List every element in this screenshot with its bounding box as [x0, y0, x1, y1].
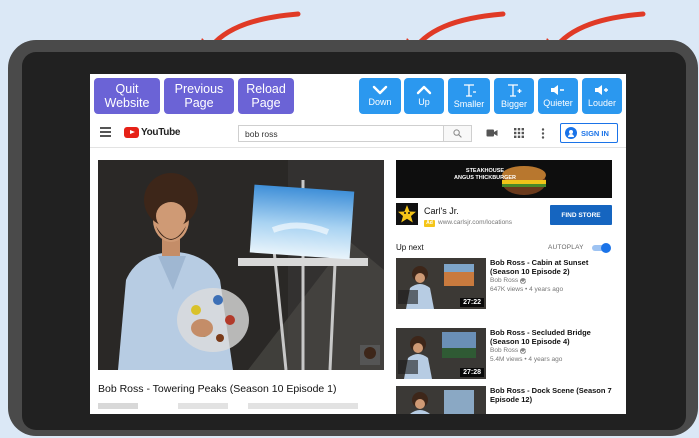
- youtube-wordmark: YouTube: [141, 127, 181, 138]
- carls-jr-star-logo: [396, 203, 418, 225]
- ad-banner-text: STEAKHOUSE ANGUS THICKBURGER: [454, 168, 517, 181]
- sign-in-label: SIGN IN: [581, 128, 609, 138]
- verified-icon: [520, 347, 527, 354]
- video-meta-row: [98, 402, 368, 410]
- text-bigger-button[interactable]: Bigger: [494, 78, 534, 114]
- text-smaller-button[interactable]: Smaller: [448, 78, 490, 114]
- text-smaller-icon: [464, 84, 476, 97]
- volume-louder-button[interactable]: Louder: [582, 78, 622, 114]
- autoplay-toggle[interactable]: [591, 243, 611, 253]
- quit-website-label: Quit Website: [104, 82, 150, 110]
- list-item[interactable]: 27:22 Bob Ross - Cabin at Sunset (Season…: [396, 258, 618, 310]
- browser-screen: Quit Website Previous Page Reload Page D…: [90, 74, 626, 414]
- ad-badge: Ad: [424, 220, 435, 227]
- list-item[interactable]: Bob Ross - Dock Scene (Season 7 Episode …: [396, 386, 618, 414]
- video-card-views: 647K views • 4 years ago: [490, 286, 564, 293]
- sign-in-button[interactable]: SIGN IN: [560, 123, 618, 143]
- list-item[interactable]: 27:28 Bob Ross - Secluded Bridge (Season…: [396, 328, 618, 380]
- previous-page-label: Previous Page: [174, 82, 224, 110]
- account-icon: [565, 127, 577, 139]
- channel-name: Bob Ross: [490, 277, 519, 284]
- video-card-views: 5.4M views • 4 years ago: [490, 356, 563, 363]
- chevron-up-icon: [416, 85, 432, 95]
- video-camera-icon[interactable]: [486, 128, 498, 138]
- volume-quieter-button[interactable]: Quieter: [538, 78, 578, 114]
- video-thumbnail[interactable]: 27:28: [396, 328, 486, 379]
- scroll-down-button[interactable]: Down: [359, 78, 401, 114]
- video-title: Bob Ross - Towering Peaks (Season 10 Epi…: [98, 383, 337, 395]
- tablet-bezel: Quit Website Previous Page Reload Page D…: [22, 52, 686, 430]
- volume-down-icon: [551, 85, 564, 95]
- video-frame-image: [98, 160, 384, 370]
- video-duration: 27:28: [460, 368, 484, 377]
- volume-louder-label: Louder: [587, 98, 617, 108]
- more-vertical-icon[interactable]: [541, 128, 545, 139]
- video-thumbnail[interactable]: [396, 386, 486, 414]
- youtube-play-icon: [124, 127, 139, 138]
- scroll-down-label: Down: [368, 97, 392, 107]
- youtube-logo[interactable]: YouTube: [124, 127, 181, 138]
- advertiser-url[interactable]: www.carlsjr.com/locations: [438, 219, 512, 226]
- video-card-channel: Bob Ross: [490, 277, 527, 284]
- volume-quieter-label: Quieter: [543, 98, 573, 108]
- scroll-up-button[interactable]: Up: [404, 78, 444, 114]
- chevron-down-icon: [372, 85, 388, 95]
- quit-website-button[interactable]: Quit Website: [94, 78, 160, 114]
- channel-name: Bob Ross: [490, 347, 519, 354]
- reload-page-button[interactable]: Reload Page: [238, 78, 294, 114]
- reload-page-label: Reload Page: [246, 82, 286, 110]
- previous-page-button[interactable]: Previous Page: [164, 78, 234, 114]
- search-button[interactable]: [444, 125, 472, 142]
- ad-banner[interactable]: STEAKHOUSE ANGUS THICKBURGER: [396, 160, 612, 198]
- volume-up-icon: [595, 85, 608, 95]
- search-icon: [453, 129, 462, 138]
- youtube-header: YouTube bob ross SIGN IN: [90, 118, 626, 148]
- video-player[interactable]: [98, 160, 384, 370]
- video-card-title: Bob Ross - Secluded Bridge (Season 10 Ep…: [490, 328, 591, 346]
- verified-icon: [520, 277, 527, 284]
- search-input[interactable]: bob ross: [238, 125, 444, 142]
- video-thumbnail[interactable]: 27:22: [396, 258, 486, 309]
- video-duration: 27:22: [460, 298, 484, 307]
- advertiser-name: Carl's Jr.: [424, 206, 459, 216]
- video-card-title: Bob Ross - Cabin at Sunset (Season 10 Ep…: [490, 258, 589, 276]
- text-smaller-label: Smaller: [453, 99, 485, 109]
- autoplay-label: AUTOPLAY: [548, 244, 584, 251]
- up-next-heading: Up next: [396, 243, 424, 252]
- scroll-up-label: Up: [418, 97, 430, 107]
- browser-toolbar: Quit Website Previous Page Reload Page D…: [90, 74, 626, 118]
- text-bigger-label: Bigger: [500, 99, 527, 109]
- menu-icon[interactable]: [100, 127, 111, 140]
- find-store-button[interactable]: FIND STORE: [550, 205, 612, 225]
- video-card-channel: Bob Ross: [490, 347, 527, 354]
- text-bigger-icon: [508, 84, 522, 97]
- apps-grid-icon[interactable]: [514, 128, 524, 138]
- video-card-title: Bob Ross - Dock Scene (Season 7 Episode …: [490, 386, 612, 404]
- tablet-device: Quit Website Previous Page Reload Page D…: [8, 40, 698, 436]
